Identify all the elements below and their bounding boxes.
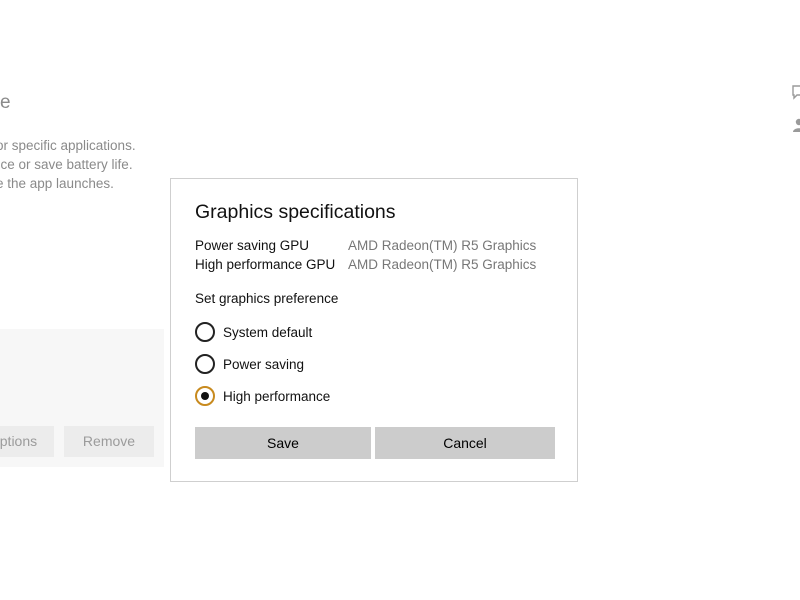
spec-row-high-performance-gpu: High performance GPU AMD Radeon(TM) R5 G… [195,257,536,272]
dialog-title: Graphics specifications [195,201,396,223]
background-options-button[interactable]: Options [0,426,54,457]
person-icon[interactable] [791,117,800,133]
chat-icon[interactable] [791,84,800,100]
background-description-line: nce or save battery life. [0,157,133,172]
background-options-label: Options [0,433,38,449]
radio-label[interactable]: System default [223,325,312,340]
radio-label[interactable]: High performance [223,389,330,404]
background-description-line: or specific applications. [0,138,136,153]
graphics-preference-label: Set graphics preference [195,291,339,306]
radio-button-selected[interactable] [195,386,215,406]
radio-label[interactable]: Power saving [223,357,304,372]
radio-option-high-performance[interactable]: High performance [195,386,330,406]
spec-row-power-saving-gpu: Power saving GPU AMD Radeon(TM) R5 Graph… [195,238,536,253]
radio-option-power-saving[interactable]: Power saving [195,354,304,374]
radio-button[interactable] [195,354,215,374]
spec-value: AMD Radeon(TM) R5 Graphics [348,257,537,272]
cancel-button[interactable]: Cancel [375,427,555,459]
spec-label: Power saving GPU [195,238,310,253]
spec-label: High performance GPU [195,257,336,272]
background-page-title: e [0,92,10,113]
save-button[interactable]: Save [195,427,371,459]
background-description: or specific applications. nce or save ba… [0,136,150,193]
spec-value: AMD Radeon(TM) R5 Graphics [348,238,537,253]
graphics-specifications-dialog: Graphics specifications Power saving GPU… [170,178,578,482]
radio-option-system-default[interactable]: System default [195,322,312,342]
radio-button[interactable] [195,322,215,342]
background-description-line: e the app launches. [0,176,114,191]
settings-page: e or specific applications. nce or save … [0,0,800,600]
background-remove-button[interactable]: Remove [64,426,154,457]
